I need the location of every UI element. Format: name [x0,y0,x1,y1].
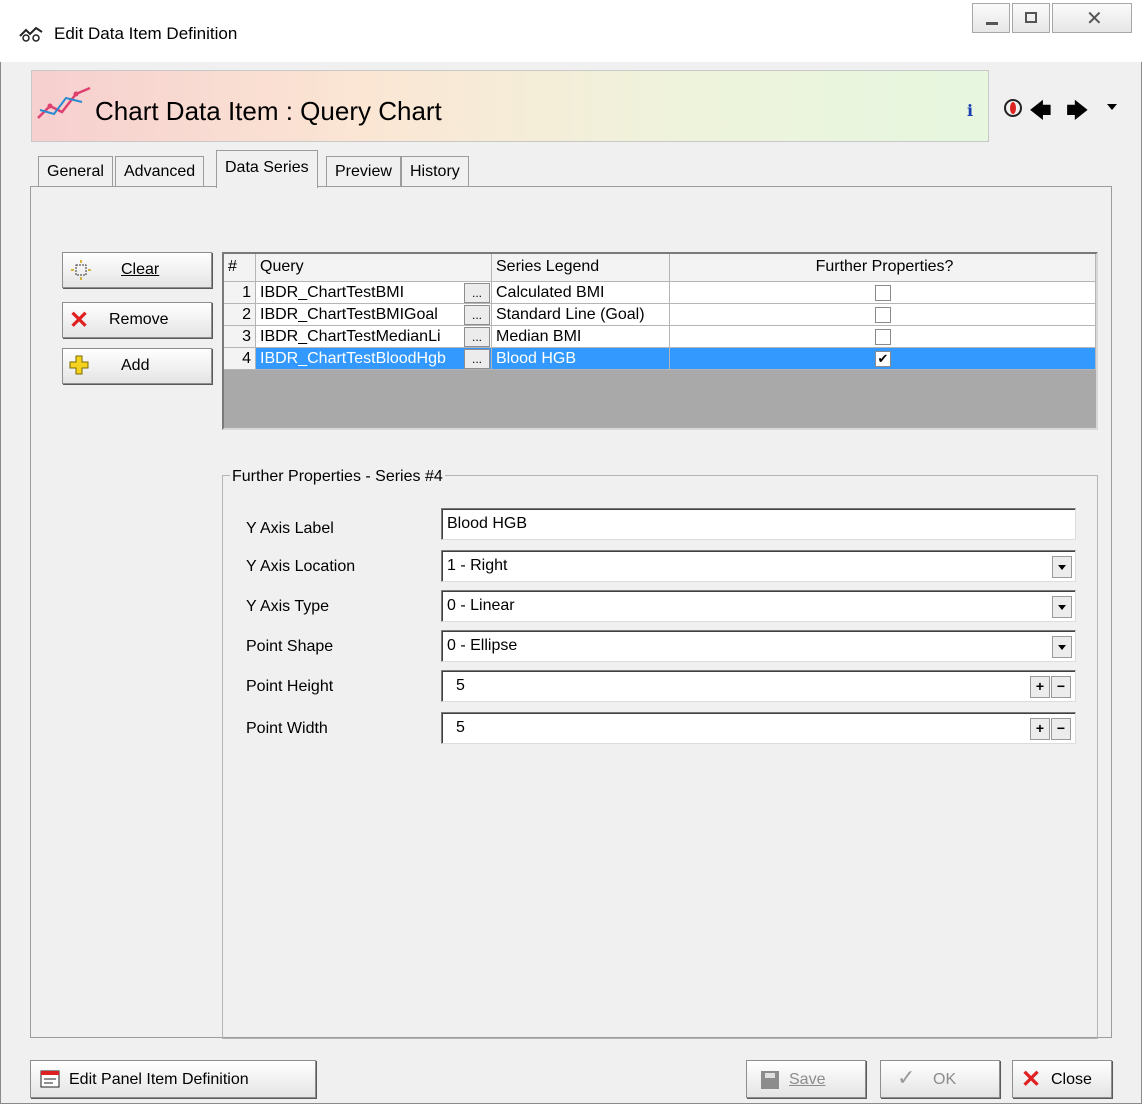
remove-label: Remove [109,311,169,328]
point-shape-select[interactable]: 0 - Ellipse [441,630,1076,662]
title-bar: Edit Data Item Definition ✕ [0,0,1142,62]
clear-label: Clear [121,261,160,278]
table-row-query[interactable]: IBDR_ChartTestBMI [256,282,492,304]
further-properties-title: Further Properties - Series #4 [230,468,445,486]
table-row-legend[interactable]: Calculated BMI [492,282,670,304]
table-row-query[interactable]: IBDR_ChartTestBMIGoal [256,304,492,326]
grid-header-num[interactable]: # [224,254,256,282]
table-row-num: 4 [224,348,256,370]
add-icon [69,355,89,375]
table-row-legend[interactable]: Median BMI [492,326,670,348]
query-browse-button[interactable]: ... [464,349,490,369]
alert-icon[interactable] [1004,99,1022,117]
y-axis-location-value: 1 - Right [447,557,508,574]
chevron-down-icon[interactable] [1052,636,1072,658]
restore-icon [1025,12,1037,23]
point-height-value: 5 [456,677,465,694]
tab-history[interactable]: History [401,156,469,186]
checkmark-icon: ✓ [897,1065,916,1090]
window-close-button[interactable]: ✕ [1052,3,1132,33]
tab-advanced[interactable]: Advanced [115,156,205,186]
point-width-value: 5 [456,719,465,736]
edit-panel-item-label: Edit Panel Item Definition [69,1071,249,1088]
further-checkbox[interactable] [875,285,891,301]
remove-icon: ✕ [69,307,90,334]
y-axis-type-label: Y Axis Type [246,598,330,615]
table-row-num: 1 [224,282,256,304]
point-height-increment-button[interactable]: + [1030,676,1050,698]
y-axis-label-label: Y Axis Label [246,520,334,537]
forward-arrow-icon[interactable]: 🡆 [1066,94,1089,132]
table-row-num: 3 [224,326,256,348]
table-row-legend[interactable]: Standard Line (Goal) [492,304,670,326]
y-axis-location-label: Y Axis Location [246,558,356,575]
query-browse-button[interactable]: ... [464,305,490,325]
add-button[interactable]: Add [62,348,212,384]
clear-icon [71,260,91,280]
window-title: Edit Data Item Definition [54,24,238,43]
table-row-query[interactable]: IBDR_ChartTestBloodHgb [256,348,492,370]
further-checkbox-checked[interactable]: ✔ [875,351,891,367]
point-height-decrement-button[interactable]: − [1051,676,1071,698]
back-arrow-icon[interactable]: 🡄 [1029,94,1052,132]
close-button[interactable]: ✕ Close [1012,1060,1112,1098]
tab-preview-label: Preview [335,163,392,180]
further-checkbox[interactable] [875,307,891,323]
tab-history-label: History [410,163,460,180]
tab-data-series[interactable]: Data Series [216,150,318,188]
point-height-label: Point Height [246,678,334,695]
point-shape-value: 0 - Ellipse [447,637,518,654]
point-shape-label: Point Shape [246,638,334,655]
series-grid: # Query Series Legend Further Properties… [222,252,1098,430]
window-close-icon: ✕ [1086,8,1103,30]
query-browse-button[interactable]: ... [464,283,490,303]
app-icon [18,24,44,44]
tab-general-label: General [47,163,104,180]
restore-button[interactable] [1012,3,1050,33]
ok-button[interactable]: ✓ OK [880,1060,1000,1098]
ok-label: OK [933,1071,957,1088]
minimize-button[interactable] [972,3,1010,33]
point-width-label: Point Width [246,720,328,737]
close-icon: ✕ [1021,1066,1042,1093]
tab-advanced-label: Advanced [124,163,196,180]
chevron-down-icon[interactable] [1052,556,1072,578]
point-width-decrement-button[interactable]: − [1051,718,1071,740]
grid-header-further[interactable]: Further Properties? [670,254,1096,282]
table-row-num: 2 [224,304,256,326]
table-row-legend[interactable]: Blood HGB [492,348,670,370]
chart-line-icon [36,84,92,124]
banner-title: Chart Data Item : Query Chart [95,96,442,126]
point-width-stepper[interactable]: 5 + − [441,712,1076,744]
minimize-icon [986,22,998,25]
point-height-stepper[interactable]: 5 + − [441,670,1076,702]
save-label: Save [789,1071,826,1088]
close-label: Close [1051,1071,1092,1088]
tab-preview[interactable]: Preview [326,156,401,186]
save-button[interactable]: Save [746,1060,866,1098]
edit-panel-icon [40,1070,60,1088]
point-width-increment-button[interactable]: + [1030,718,1050,740]
table-row-query[interactable]: IBDR_ChartTestMedianLi [256,326,492,348]
clear-button[interactable]: Clear [62,252,212,288]
add-label: Add [121,357,150,374]
query-browse-button[interactable]: ... [464,327,490,347]
edit-panel-item-button[interactable]: Edit Panel Item Definition [30,1060,316,1098]
tab-general[interactable]: General [38,156,113,186]
y-axis-type-select[interactable]: 0 - Linear [441,590,1076,622]
save-icon [761,1071,779,1089]
remove-button[interactable]: ✕ Remove [62,302,212,338]
y-axis-type-value: 0 - Linear [447,597,515,614]
grid-header-query[interactable]: Query [256,254,492,282]
info-icon[interactable]: i [967,101,973,120]
tab-data-series-label: Data Series [225,159,309,176]
further-checkbox[interactable] [875,329,891,345]
y-axis-location-select[interactable]: 1 - Right [441,550,1076,582]
grid-header-legend[interactable]: Series Legend [492,254,670,282]
y-axis-label-input[interactable]: Blood HGB [441,508,1076,540]
dropdown-arrow-icon[interactable] [1107,104,1117,110]
chevron-down-icon[interactable] [1052,596,1072,618]
